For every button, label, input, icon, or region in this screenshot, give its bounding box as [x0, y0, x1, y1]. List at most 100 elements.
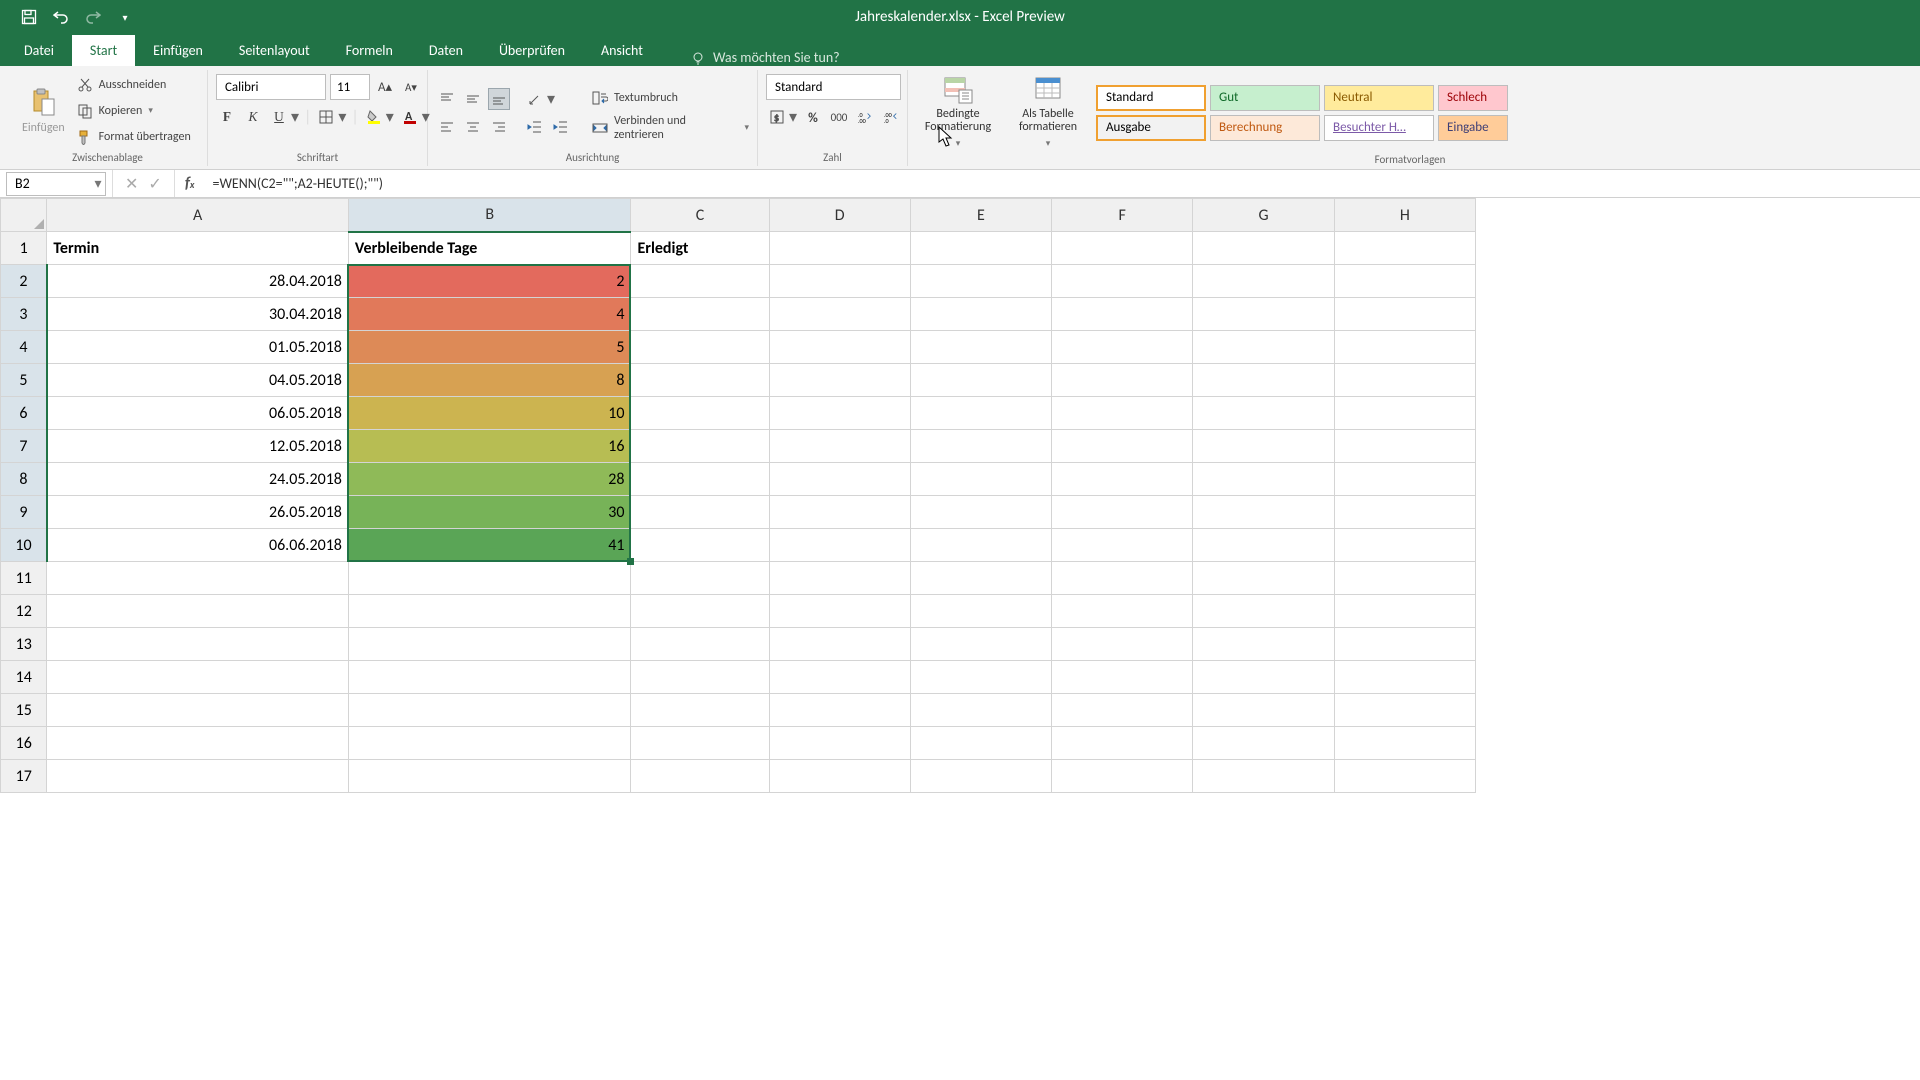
cell-A12[interactable] — [47, 595, 349, 628]
column-header-C[interactable]: C — [631, 199, 769, 232]
align-left-icon[interactable] — [436, 116, 458, 138]
font-name-select[interactable]: Calibri — [216, 74, 326, 100]
cell-A14[interactable] — [47, 661, 349, 694]
cell-F14[interactable] — [1052, 661, 1193, 694]
cell-H16[interactable] — [1334, 727, 1475, 760]
cell-F15[interactable] — [1052, 694, 1193, 727]
row-header[interactable]: 17 — [1, 760, 47, 793]
cell-C15[interactable] — [631, 694, 769, 727]
cell-F17[interactable] — [1052, 760, 1193, 793]
row-header[interactable]: 1 — [1, 232, 47, 265]
orientation-dropdown-icon[interactable]: ▾ — [546, 89, 556, 109]
font-color-button[interactable]: A — [399, 106, 421, 128]
cell-A16[interactable] — [47, 727, 349, 760]
cell-F6[interactable] — [1052, 397, 1193, 430]
cell-G9[interactable] — [1193, 496, 1334, 529]
select-all-corner[interactable] — [1, 199, 47, 232]
tab-ansicht[interactable]: Ansicht — [583, 35, 661, 66]
tab-seitenlayout[interactable]: Seitenlayout — [221, 35, 328, 66]
cell-H14[interactable] — [1334, 661, 1475, 694]
cell-A5[interactable]: 04.05.2018 — [47, 364, 349, 397]
cell-F4[interactable] — [1052, 331, 1193, 364]
wrap-text-button[interactable]: Textumbruch — [592, 86, 749, 110]
cell-D12[interactable] — [769, 595, 910, 628]
increase-indent-icon[interactable] — [550, 116, 572, 138]
cell-A7[interactable]: 12.05.2018 — [47, 430, 349, 463]
cell-H2[interactable] — [1334, 265, 1475, 298]
cell-A13[interactable] — [47, 628, 349, 661]
underline-button[interactable]: U — [268, 106, 290, 128]
cell-A11[interactable] — [47, 562, 349, 595]
cell-B1[interactable]: Verbleibende Tage — [348, 232, 631, 265]
style-ausgabe[interactable]: Ausgabe — [1096, 115, 1206, 141]
cell-F10[interactable] — [1052, 529, 1193, 562]
cell-G15[interactable] — [1193, 694, 1334, 727]
font-size-select[interactable]: 11 — [330, 74, 370, 100]
copy-button[interactable]: Kopieren ▾ — [77, 99, 191, 123]
merge-center-button[interactable]: Verbinden und zentrieren ▾ — [592, 116, 749, 140]
bold-button[interactable]: F — [216, 106, 238, 128]
cell-G3[interactable] — [1193, 298, 1334, 331]
percent-format-icon[interactable]: % — [802, 106, 824, 128]
cell-C4[interactable] — [631, 331, 769, 364]
cell-D16[interactable] — [769, 727, 910, 760]
cell-E17[interactable] — [910, 760, 1051, 793]
cancel-formula-icon[interactable]: ✕ — [125, 174, 138, 194]
cell-H13[interactable] — [1334, 628, 1475, 661]
tab-ueberpruefen[interactable]: Überprüfen — [481, 35, 583, 66]
cell-E2[interactable] — [910, 265, 1051, 298]
cell-C13[interactable] — [631, 628, 769, 661]
row-header[interactable]: 16 — [1, 727, 47, 760]
cell-B15[interactable] — [348, 694, 631, 727]
cell-G12[interactable] — [1193, 595, 1334, 628]
cell-C1[interactable]: Erledigt — [631, 232, 769, 265]
align-top-icon[interactable] — [436, 88, 458, 110]
cell-B6[interactable]: 10 — [348, 397, 631, 430]
paste-button[interactable]: Einfügen — [16, 83, 71, 139]
number-format-select[interactable]: Standard — [766, 74, 901, 100]
row-header[interactable]: 2 — [1, 265, 47, 298]
enter-formula-icon[interactable]: ✓ — [148, 174, 161, 194]
cell-B12[interactable] — [348, 595, 631, 628]
cell-D8[interactable] — [769, 463, 910, 496]
cell-C16[interactable] — [631, 727, 769, 760]
cell-A15[interactable] — [47, 694, 349, 727]
style-gut[interactable]: Gut — [1210, 85, 1320, 111]
row-header[interactable]: 9 — [1, 496, 47, 529]
style-besuchter-hyperlink[interactable]: Besuchter H… — [1324, 115, 1434, 141]
tab-daten[interactable]: Daten — [411, 35, 481, 66]
worksheet-grid[interactable]: ABCDEFGH 1TerminVerbleibende TageErledig… — [0, 198, 1920, 1080]
qat-customize-icon[interactable]: ▾ — [116, 8, 134, 26]
cell-D9[interactable] — [769, 496, 910, 529]
fill-handle[interactable] — [627, 558, 634, 565]
cell-C7[interactable] — [631, 430, 769, 463]
cell-H12[interactable] — [1334, 595, 1475, 628]
cell-F3[interactable] — [1052, 298, 1193, 331]
cell-G13[interactable] — [1193, 628, 1334, 661]
cell-C10[interactable] — [631, 529, 769, 562]
cell-H1[interactable] — [1334, 232, 1475, 265]
cell-A1[interactable]: Termin — [47, 232, 349, 265]
cell-E15[interactable] — [910, 694, 1051, 727]
accounting-dropdown-icon[interactable]: ▾ — [788, 107, 798, 127]
column-header-D[interactable]: D — [769, 199, 910, 232]
cell-D6[interactable] — [769, 397, 910, 430]
cell-F2[interactable] — [1052, 265, 1193, 298]
row-header[interactable]: 13 — [1, 628, 47, 661]
cell-H9[interactable] — [1334, 496, 1475, 529]
redo-icon[interactable] — [84, 8, 102, 26]
cell-F11[interactable] — [1052, 562, 1193, 595]
cell-H15[interactable] — [1334, 694, 1475, 727]
row-header[interactable]: 10 — [1, 529, 47, 562]
cell-G10[interactable] — [1193, 529, 1334, 562]
decrease-font-icon[interactable]: A▾ — [400, 76, 422, 98]
orientation-icon[interactable] — [524, 88, 546, 110]
cell-B13[interactable] — [348, 628, 631, 661]
cell-E11[interactable] — [910, 562, 1051, 595]
cell-F12[interactable] — [1052, 595, 1193, 628]
cell-G5[interactable] — [1193, 364, 1334, 397]
column-header-H[interactable]: H — [1334, 199, 1475, 232]
cell-E1[interactable] — [910, 232, 1051, 265]
tell-me-search[interactable]: Was möchten Sie tun? — [661, 49, 840, 66]
fill-color-button[interactable] — [363, 106, 385, 128]
